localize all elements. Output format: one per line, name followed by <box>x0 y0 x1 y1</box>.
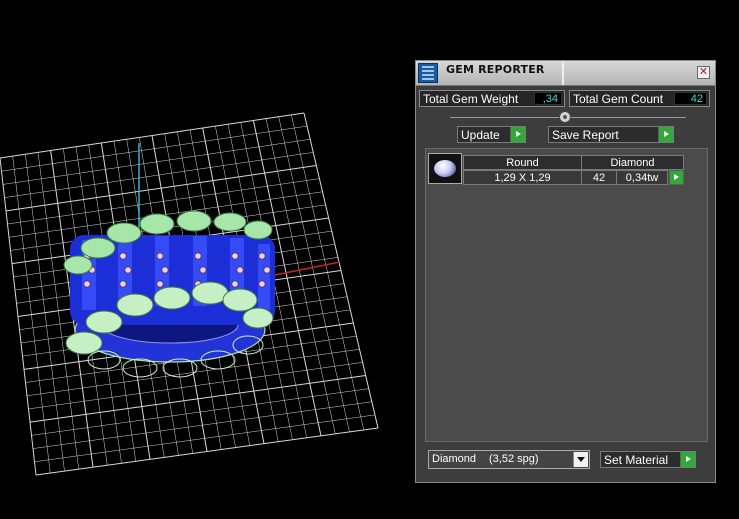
material-select-spg: (3,52 spg) <box>489 453 539 465</box>
gem-dot <box>124 266 132 274</box>
set-material-label: Set Material <box>604 453 669 467</box>
grid-line <box>32 401 372 449</box>
update-label: Update <box>461 128 500 142</box>
column-header-material: Diamond <box>581 155 684 170</box>
row-play-arrow-icon[interactable] <box>669 170 684 185</box>
grid-line <box>29 375 366 423</box>
grid-line <box>34 414 375 463</box>
play-arrow-icon <box>680 452 695 467</box>
update-button[interactable]: Update <box>457 126 526 143</box>
gem-dot <box>119 280 127 288</box>
gem-dot <box>258 252 266 260</box>
gem-list: Round Diamond 1,29 X 1,29 42 0,34tw <box>425 148 708 442</box>
gem-dot <box>263 266 271 274</box>
total-gem-weight-value: ,34 <box>534 92 562 105</box>
play-arrow-icon <box>658 127 673 142</box>
total-gem-count-label: Total Gem Count <box>573 92 664 106</box>
save-report-button[interactable]: Save Report <box>548 126 674 143</box>
panel-title: GEM REPORTER <box>446 63 545 76</box>
total-gem-weight-box: Total Gem Weight ,34 <box>419 90 565 107</box>
gem-dot <box>199 266 207 274</box>
grid-line <box>265 118 336 434</box>
gem-dot <box>236 266 244 274</box>
gem-dot <box>156 280 164 288</box>
grid-line <box>291 114 364 431</box>
gem-reporter-panel: GEM REPORTER ✕ Total Gem Weight ,34 Tota… <box>415 60 716 483</box>
gem-dot <box>119 252 127 260</box>
chevron-down-icon[interactable] <box>573 452 588 467</box>
gem-reporter-logo-icon <box>418 63 438 83</box>
total-gem-count-box: Total Gem Count 42 <box>569 90 710 107</box>
total-gem-count-value: 42 <box>674 92 707 105</box>
gem-size-cell: 1,29 X 1,29 <box>463 170 582 185</box>
gem-thumbnail-icon[interactable] <box>428 153 462 184</box>
gem-dot <box>83 280 91 288</box>
panel-titlebar[interactable]: GEM REPORTER ✕ <box>416 61 715 86</box>
material-select-name: Diamond <box>432 453 477 465</box>
gem-count-cell: 42 <box>581 170 617 185</box>
gem-dot <box>161 266 169 274</box>
gem-dot <box>231 280 239 288</box>
column-header-shape: Round <box>463 155 582 170</box>
total-gem-weight-label: Total Gem Weight <box>423 92 519 106</box>
save-report-label: Save Report <box>552 128 619 142</box>
close-button[interactable]: ✕ <box>697 66 710 79</box>
grid-line <box>278 116 350 432</box>
grid-line <box>303 112 379 429</box>
slider-knob[interactable] <box>559 111 571 123</box>
title-divider <box>562 61 564 85</box>
gem-dot <box>194 252 202 260</box>
3d-viewport[interactable] <box>0 0 414 519</box>
play-arrow-icon <box>510 127 525 142</box>
grid-line <box>35 427 379 476</box>
grid-line <box>28 362 363 410</box>
gem-weight-cell: 0,34tw <box>616 170 668 185</box>
set-material-button[interactable]: Set Material <box>600 451 696 468</box>
grid-line <box>31 388 369 436</box>
material-select[interactable]: Diamond (3,52 spg) <box>428 450 590 469</box>
gem-dot <box>156 252 164 260</box>
gem-dot <box>231 252 239 260</box>
gem-dot <box>258 280 266 288</box>
